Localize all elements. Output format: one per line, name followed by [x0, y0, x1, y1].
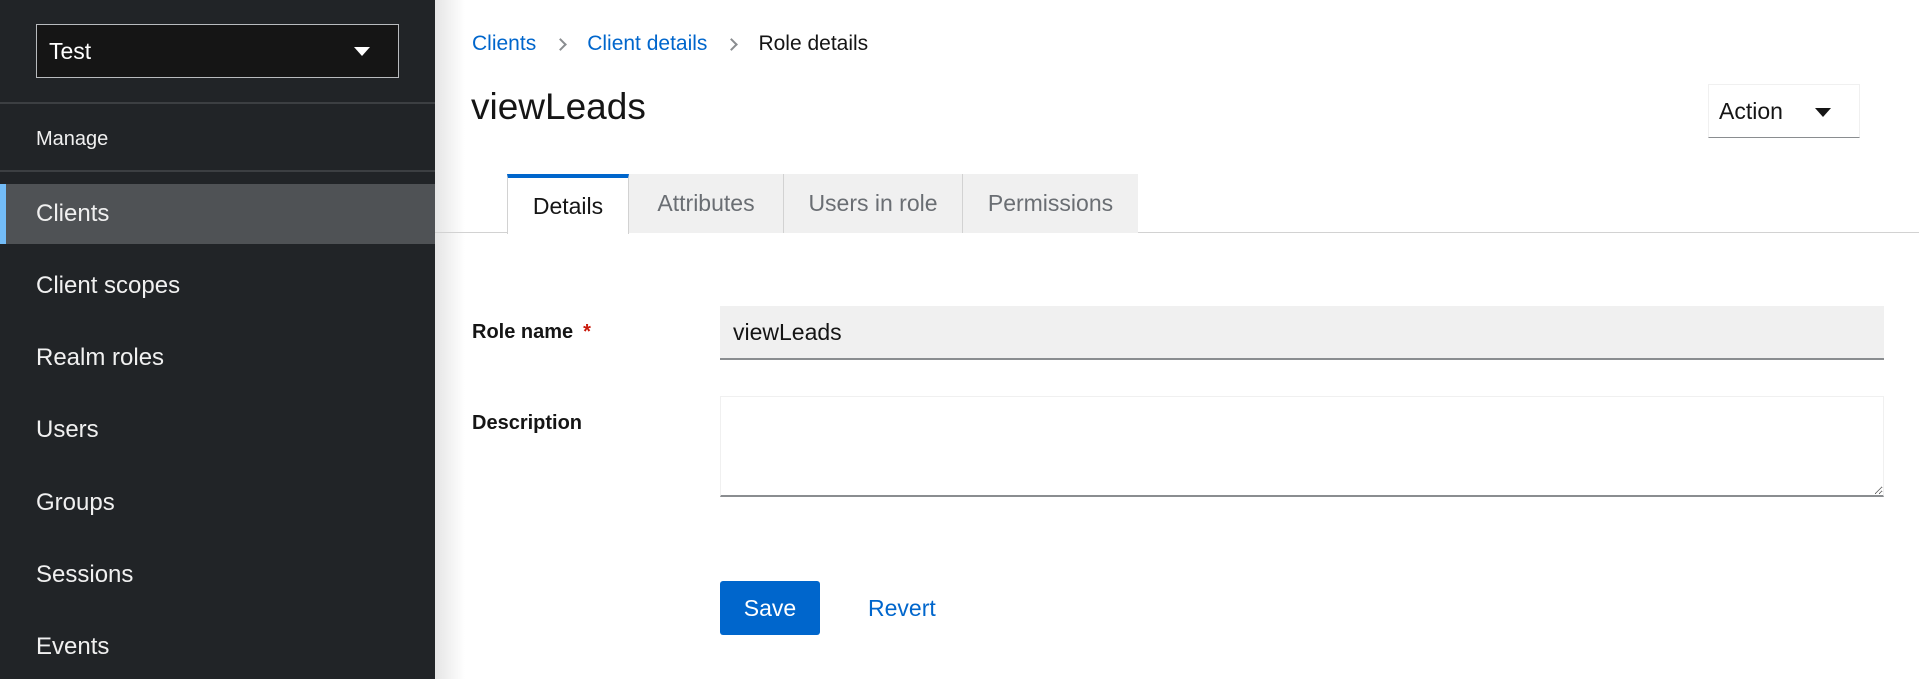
save-button[interactable]: Save	[720, 581, 820, 635]
page-title: viewLeads	[471, 86, 646, 127]
breadcrumb: Clients Client details Role details	[472, 30, 868, 58]
tab-label: Users in role	[808, 190, 938, 216]
sidebar-item-realm-roles[interactable]: Realm roles	[0, 328, 435, 388]
caret-down-icon	[1815, 108, 1831, 117]
tab-label: Details	[532, 192, 604, 219]
tab-label: Permissions	[987, 190, 1114, 216]
chevron-right-icon	[725, 37, 739, 51]
sidebar-item-label: Clients	[36, 200, 110, 227]
sidebar-divider	[0, 170, 435, 172]
role-name-label-text: Role name	[472, 321, 574, 343]
breadcrumb-link-clients[interactable]: Clients	[472, 32, 536, 56]
sidebar-item-label: Sessions	[36, 561, 134, 588]
sidebar-shadow	[435, 0, 465, 679]
breadcrumb-current: Role details	[758, 32, 869, 55]
sidebar-item-label: Users	[36, 416, 99, 443]
sidebar-item-groups[interactable]: Groups	[0, 473, 435, 533]
action-dropdown-label: Action	[1719, 97, 1783, 124]
realm-selector-value: Test	[49, 37, 92, 64]
sidebar-item-label: Groups	[36, 489, 115, 516]
sidebar-item-label: Client scopes	[36, 272, 181, 299]
sidebar-item-label: Realm roles	[36, 344, 165, 371]
sidebar-item-sessions[interactable]: Sessions	[0, 545, 435, 605]
sidebar-item-events[interactable]: Events	[0, 617, 435, 677]
description-label: Description	[472, 412, 583, 434]
sidebar-item-client-scopes[interactable]: Client scopes	[0, 256, 435, 316]
sidebar-item-clients[interactable]: Clients	[0, 184, 435, 244]
tab-permissions[interactable]: Permissions	[963, 174, 1138, 233]
tab-details[interactable]: Details	[507, 174, 629, 234]
role-name-input[interactable]	[720, 306, 1884, 360]
caret-down-icon	[354, 47, 370, 56]
realm-selector[interactable]: Test	[36, 24, 399, 78]
required-marker: *	[583, 321, 591, 343]
description-textarea[interactable]	[720, 396, 1884, 497]
sidebar-item-label: Events	[36, 633, 110, 660]
tab-attributes[interactable]: Attributes	[629, 174, 784, 233]
sidebar-section-title: Manage	[36, 128, 109, 150]
role-name-label: Role name *	[472, 321, 591, 344]
action-dropdown[interactable]: Action	[1708, 84, 1860, 138]
tab-label: Attributes	[657, 190, 755, 216]
breadcrumb-link-client-details[interactable]: Client details	[587, 32, 707, 56]
sidebar: Test Manage Clients Client scopes Realm …	[0, 0, 435, 679]
chevron-right-icon	[554, 37, 568, 51]
sidebar-divider	[0, 102, 435, 104]
revert-button[interactable]: Revert	[852, 581, 952, 635]
sidebar-item-users[interactable]: Users	[0, 400, 435, 460]
tab-users-in-role[interactable]: Users in role	[784, 174, 963, 233]
